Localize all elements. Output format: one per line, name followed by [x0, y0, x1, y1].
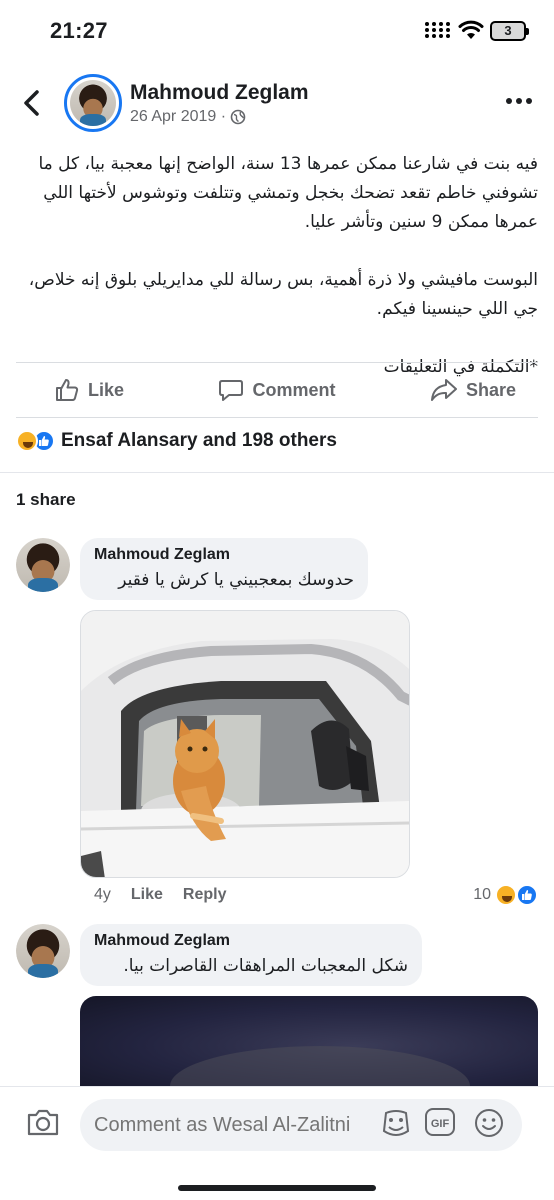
sticker-button[interactable]	[380, 1107, 412, 1146]
divider	[0, 472, 554, 473]
comment-bubble[interactable]: Mahmoud Zeglam حدوسك بمعجبيني يا كرش يا …	[80, 538, 368, 600]
comment-label: Comment	[252, 379, 336, 400]
post-paragraph: فيه بنت في شارعنا ممكن عمرها 13 سنة، الو…	[38, 154, 538, 232]
globe-icon	[230, 109, 246, 125]
comment-text: حدوسك بمعجبيني يا كرش يا فقير	[118, 570, 354, 590]
avatar-photo	[16, 924, 70, 978]
reactions-summary[interactable]: Ensaf Alansary and 198 others	[16, 430, 337, 452]
status-bar: 21:27 3	[0, 0, 554, 58]
cat-in-truck-image	[81, 611, 409, 877]
sticker-icon	[382, 1110, 410, 1136]
svg-text:GIF: GIF	[431, 1118, 450, 1130]
commenter-avatar[interactable]	[16, 538, 70, 592]
status-time: 21:27	[50, 18, 108, 43]
comment-icon	[219, 380, 244, 401]
wifi-icon	[458, 19, 484, 46]
like-label: Like	[88, 379, 125, 400]
comment-reply-button[interactable]: Reply	[183, 886, 227, 904]
share-arrow-icon	[430, 379, 457, 401]
haha-reaction-icon	[16, 430, 38, 452]
comment-composer: GIF	[0, 1086, 554, 1200]
haha-reaction-icon	[495, 884, 517, 906]
comment-like-button[interactable]: Like	[131, 886, 163, 904]
share-label: Share	[465, 379, 516, 400]
gif-icon: GIF	[425, 1108, 455, 1136]
comment-reaction-count: 10	[473, 886, 491, 903]
battery-icon: 3	[490, 21, 529, 41]
comment-time: 4y	[94, 886, 111, 903]
post-header: Mahmoud Zeglam 26 Apr 2019 ·	[0, 68, 554, 138]
more-options-button[interactable]	[506, 98, 532, 104]
comment-text: شكل المعجبات المراهقات القاصرات بيا.	[123, 956, 408, 976]
reactions-count: Ensaf Alansary and 198 others	[61, 430, 337, 451]
cellular-signal-icon	[425, 22, 451, 38]
camera-icon	[27, 1109, 59, 1136]
chevron-left-icon	[24, 90, 39, 116]
author-avatar[interactable]	[64, 74, 122, 132]
post-paragraph: البوست مافيشي ولا ذرة أهمية، بس رسالة لل…	[28, 270, 538, 319]
comment-reactions[interactable]: 10	[473, 884, 538, 906]
post-date: 26 Apr 2019 ·	[130, 108, 227, 125]
comment-photo[interactable]	[80, 996, 538, 1096]
avatar-photo	[70, 80, 116, 126]
avatar-photo	[16, 538, 70, 592]
like-reaction-icon	[516, 884, 538, 906]
comment-button[interactable]: Comment	[218, 377, 336, 403]
share-button[interactable]: Share	[430, 377, 516, 403]
share-count[interactable]: 1 share	[16, 490, 76, 510]
author-name[interactable]: Mahmoud Zeglam	[130, 81, 309, 105]
post-action-bar: Like Comment Share	[16, 362, 538, 418]
like-button[interactable]: Like	[54, 377, 124, 403]
thumbs-up-icon	[56, 379, 79, 401]
gif-button[interactable]: GIF	[424, 1107, 456, 1142]
home-indicator	[178, 1185, 376, 1191]
comment-bubble[interactable]: Mahmoud Zeglam شكل المعجبات المراهقات ال…	[80, 924, 422, 986]
comment-meta: 4y Like Reply	[94, 886, 227, 904]
emoji-icon	[475, 1109, 503, 1137]
comment-author[interactable]: Mahmoud Zeglam	[94, 546, 354, 564]
emoji-button[interactable]	[473, 1107, 505, 1144]
comment-photo[interactable]	[80, 610, 410, 878]
post-meta: 26 Apr 2019 ·	[130, 108, 246, 126]
comment-author[interactable]: Mahmoud Zeglam	[94, 932, 408, 950]
commenter-avatar[interactable]	[16, 924, 70, 978]
back-button[interactable]	[18, 86, 46, 120]
camera-button[interactable]	[26, 1107, 60, 1142]
